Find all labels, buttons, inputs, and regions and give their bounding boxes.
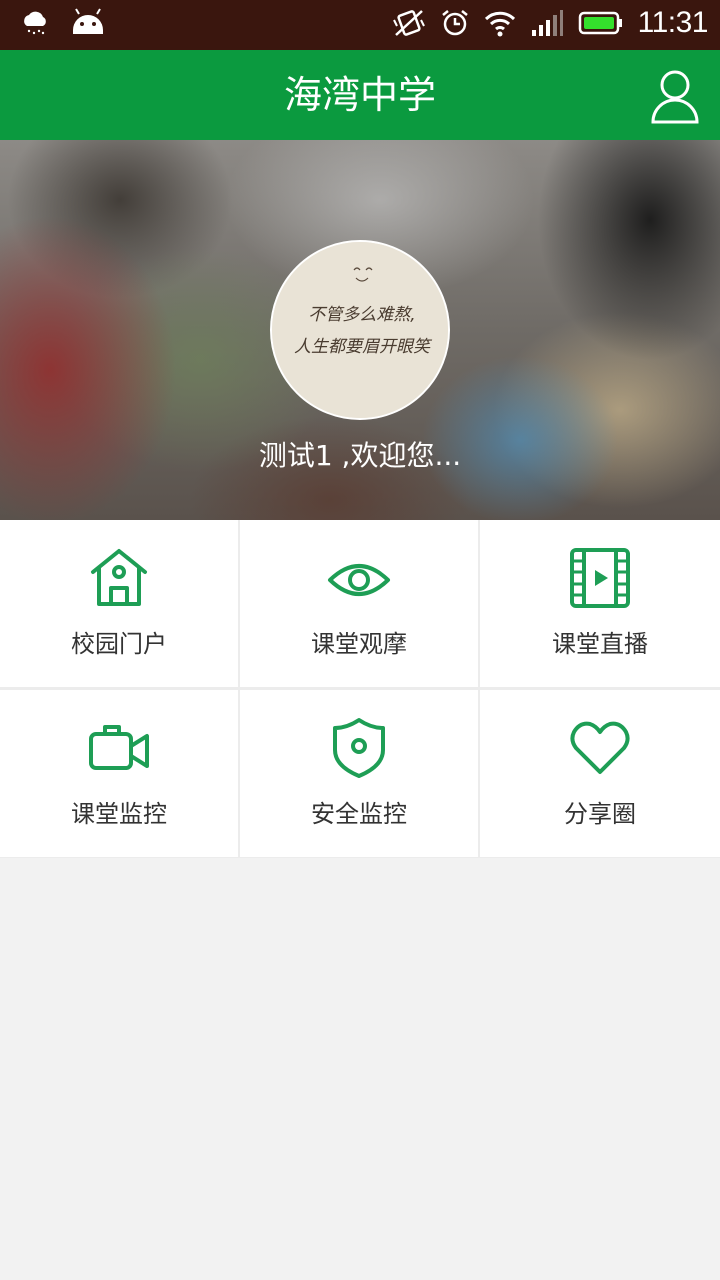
profile-banner: 不管多么难熬, 人生都要眉开眼笑 测试1 ,欢迎您... xyxy=(0,140,720,520)
android-icon xyxy=(73,8,103,34)
status-time: 11:31 xyxy=(637,6,709,39)
eye-icon xyxy=(328,564,390,596)
video-camera-icon xyxy=(89,725,149,770)
svg-text:不管多么难熬,: 不管多么难熬, xyxy=(308,305,415,325)
menu-item-label: 分享圈 xyxy=(564,800,636,828)
shield-icon xyxy=(333,718,385,778)
menu-item-campus-portal[interactable]: 校园门户 xyxy=(0,520,238,687)
status-bar-left xyxy=(20,8,106,38)
vibrate-off-icon xyxy=(392,10,425,36)
battery-icon xyxy=(578,11,622,35)
menu-item-class-monitor[interactable]: 课堂监控 xyxy=(0,690,238,857)
heart-icon xyxy=(570,721,630,774)
signal-icon xyxy=(531,10,563,36)
menu-item-class-live[interactable]: 课堂直播 xyxy=(480,520,720,687)
menu-item-label: 课堂监控 xyxy=(71,800,167,828)
menu-item-share-circle[interactable]: 分享圈 xyxy=(480,690,720,857)
feature-grid: 校园门户 课堂观摩 课堂直播 课堂监控 安全监控 分享圈 xyxy=(0,520,720,858)
profile-button[interactable] xyxy=(650,68,700,124)
menu-item-class-observation[interactable]: 课堂观摩 xyxy=(240,520,478,687)
menu-item-label: 课堂观摩 xyxy=(311,630,407,658)
avatar[interactable]: 不管多么难熬, 人生都要眉开眼笑 xyxy=(270,240,450,420)
house-icon xyxy=(91,549,147,606)
svg-text:人生都要眉开眼笑: 人生都要眉开眼笑 xyxy=(294,337,433,357)
menu-item-label: 课堂直播 xyxy=(552,630,648,658)
menu-item-security-monitor[interactable]: 安全监控 xyxy=(240,690,478,857)
alarm-icon xyxy=(441,10,468,36)
page-title: 海湾中学 xyxy=(283,73,436,117)
welcome-message: 测试1 ,欢迎您... xyxy=(258,439,462,472)
app-bar: 海湾中学 xyxy=(0,50,720,140)
film-play-icon xyxy=(570,548,630,608)
user-icon xyxy=(651,70,699,124)
status-bar: 11:31 xyxy=(0,0,720,50)
avatar-image: 不管多么难熬, 人生都要眉开眼笑 xyxy=(272,242,448,418)
menu-item-label: 安全监控 xyxy=(311,800,407,828)
weather-rain-icon xyxy=(24,11,46,35)
status-bar-right: 11:31 xyxy=(392,6,709,40)
wifi-icon xyxy=(484,11,515,37)
menu-item-label: 校园门户 xyxy=(71,630,167,658)
